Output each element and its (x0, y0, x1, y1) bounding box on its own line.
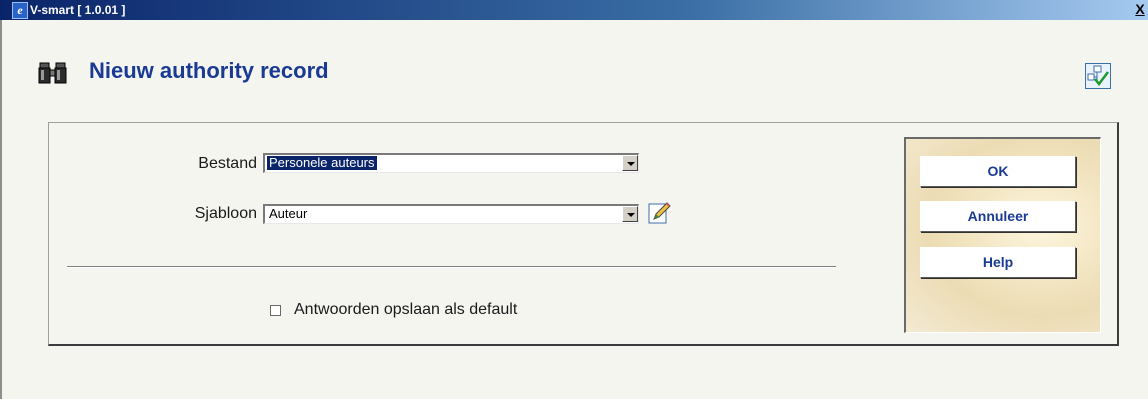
tree-check-icon[interactable] (1085, 63, 1111, 89)
sjabloon-label: Sjabloon (194, 205, 257, 222)
help-button[interactable]: Help (920, 247, 1076, 278)
sjabloon-select[interactable]: Auteur (263, 204, 639, 224)
save-default-checkbox[interactable] (270, 305, 281, 316)
window-left-border (0, 20, 2, 399)
window-title: V-smart [ 1.0.01 ] (30, 3, 126, 17)
pencil-edit-icon[interactable] (648, 201, 672, 225)
bestand-select-value: Personele auteurs (266, 155, 378, 171)
save-default-label: Antwoorden opslaan als default (294, 301, 518, 318)
window-titlebar: e V-smart [ 1.0.01 ] X (0, 0, 1148, 20)
sjabloon-select-value: Auteur (269, 206, 308, 221)
bestand-label: Bestand (198, 155, 257, 172)
bestand-select[interactable]: Personele auteurs (263, 153, 639, 173)
chevron-down-icon[interactable] (622, 206, 638, 222)
page-title: Nieuw authority record (89, 58, 329, 83)
chevron-down-icon[interactable] (622, 155, 638, 171)
binoculars-icon (38, 62, 67, 84)
ie-icon: e (12, 2, 28, 19)
ok-button[interactable]: OK (920, 156, 1076, 187)
button-panel: OK Annuleer Help (904, 137, 1101, 333)
form-divider (67, 266, 836, 268)
cancel-button[interactable]: Annuleer (920, 201, 1076, 232)
close-button[interactable]: X (1132, 1, 1148, 18)
